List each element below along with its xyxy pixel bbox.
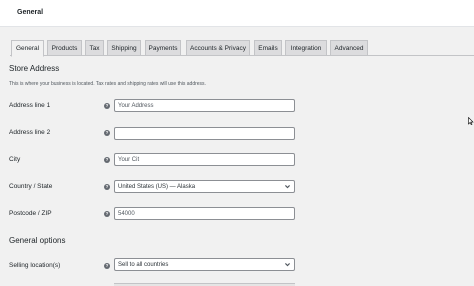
- help-tip-icon[interactable]: ?: [104, 263, 110, 269]
- settings-tabs: General Products Tax Shipping Payments A…: [10, 39, 474, 57]
- chevron-down-icon: [284, 261, 291, 268]
- city-label: City: [9, 156, 21, 163]
- city-input[interactable]: Your Cit: [114, 153, 295, 166]
- selling-location-label: Selling location(s): [9, 262, 61, 269]
- country-state-select[interactable]: United States (US) — Alaska: [114, 180, 295, 193]
- help-tip-icon[interactable]: ?: [104, 211, 110, 217]
- address-line-1-input[interactable]: Your Address: [114, 99, 295, 112]
- top-bar: General: [0, 0, 474, 27]
- page-title: General: [17, 9, 44, 16]
- tab-accounts-privacy[interactable]: Accounts & Privacy: [186, 40, 250, 56]
- chevron-down-icon: [284, 183, 291, 190]
- help-tip-icon[interactable]: ?: [104, 157, 110, 163]
- store-address-heading: Store Address: [9, 64, 60, 73]
- tab-tax[interactable]: Tax: [85, 40, 104, 56]
- tab-integration[interactable]: Integration: [285, 40, 327, 56]
- tab-shipping[interactable]: Shipping: [107, 40, 141, 56]
- help-tip-icon[interactable]: ?: [104, 130, 110, 136]
- address-line-1-label: Address line 1: [9, 102, 51, 109]
- help-tip-icon[interactable]: ?: [104, 103, 110, 109]
- mouse-cursor-icon: [468, 112, 474, 125]
- store-address-description: This is where your business is located. …: [9, 81, 206, 87]
- general-options-heading: General options: [9, 236, 66, 245]
- country-state-value: United States (US) — Alaska: [118, 183, 196, 190]
- tab-emails[interactable]: Emails: [254, 40, 282, 56]
- selling-location-value: Sell to all countries: [118, 261, 169, 268]
- address-line-2-input[interactable]: [114, 127, 295, 140]
- address-line-2-label: Address line 2: [9, 129, 51, 136]
- tab-general[interactable]: General: [11, 40, 44, 57]
- country-state-label: Country / State: [9, 183, 53, 190]
- postcode-label: Postcode / ZIP: [9, 210, 52, 217]
- tab-products[interactable]: Products: [47, 40, 82, 56]
- tab-payments[interactable]: Payments: [145, 40, 181, 56]
- postcode-input[interactable]: 54000: [114, 207, 295, 220]
- selling-location-select[interactable]: Sell to all countries: [114, 258, 295, 271]
- tab-advanced[interactable]: Advanced: [330, 40, 368, 56]
- help-tip-icon[interactable]: ?: [104, 184, 110, 190]
